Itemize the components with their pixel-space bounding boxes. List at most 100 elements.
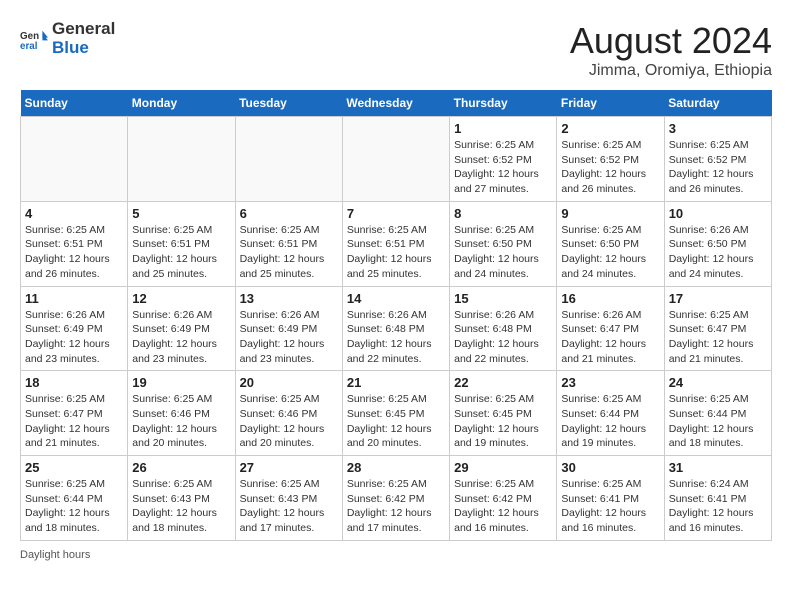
- calendar-cell: 16Sunrise: 6:26 AM Sunset: 6:47 PM Dayli…: [557, 286, 664, 371]
- day-info: Sunrise: 6:26 AM Sunset: 6:49 PM Dayligh…: [132, 308, 230, 367]
- calendar-cell: 19 Sunrise: 6:25 AM Sunset: 6:46 PM Dayli…: [128, 371, 235, 456]
- day-info: Sunrise: 6:25 AM Sunset: 6:52 PM Dayligh…: [454, 138, 552, 197]
- day-info: Sunrise: 6:25 AM Sunset: 6:47 PM Dayligh…: [25, 392, 123, 451]
- day-number: 21: [347, 375, 445, 390]
- day-info: Sunrise: 6:25 AM Sunset: 6:46 PM Dayligh…: [240, 392, 338, 451]
- day-number: 1: [454, 121, 552, 136]
- day-number: 10: [669, 206, 767, 221]
- day-info: Sunrise: 6:25 AM Sunset: 6:51 PM Dayligh…: [347, 223, 445, 282]
- day-header-thursday: Thursday: [450, 90, 557, 117]
- day-info: Sunrise: 6:25 AM Sunset: 6:41 PM Dayligh…: [561, 477, 659, 536]
- calendar-cell: 14 Sunrise: 6:26 AM Sunset: 6:48 PM Dayli…: [342, 286, 449, 371]
- calendar-cell: 20 Sunrise: 6:25 AM Sunset: 6:46 PM Dayli…: [235, 371, 342, 456]
- calendar-table: SundayMondayTuesdayWednesdayThursdayFrid…: [20, 90, 772, 541]
- calendar-cell: 18 Sunrise: 6:25 AM Sunset: 6:47 PM Dayli…: [21, 371, 128, 456]
- day-number: 9: [561, 206, 659, 221]
- calendar-cell: 8 Sunrise: 6:25 AM Sunset: 6:50 PM Daylig…: [450, 201, 557, 286]
- day-info: Sunrise: 6:25 AM Sunset: 6:50 PM Dayligh…: [454, 223, 552, 282]
- calendar-cell: 15 Sunrise: 6:26 AM Sunset: 6:48 PM Dayli…: [450, 286, 557, 371]
- days-header-row: SundayMondayTuesdayWednesdayThursdayFrid…: [21, 90, 772, 117]
- day-info: Sunrise: 6:25 AM Sunset: 6:51 PM Dayligh…: [132, 223, 230, 282]
- calendar-cell: 7 Sunrise: 6:25 AM Sunset: 6:51 PM Daylig…: [342, 201, 449, 286]
- calendar-cell: 30Sunrise: 6:25 AM Sunset: 6:41 PM Dayli…: [557, 456, 664, 541]
- day-info: Sunrise: 6:25 AM Sunset: 6:43 PM Dayligh…: [240, 477, 338, 536]
- day-number: 4: [25, 206, 123, 221]
- day-info: Sunrise: 6:25 AM Sunset: 6:42 PM Dayligh…: [454, 477, 552, 536]
- day-number: 12: [132, 291, 230, 306]
- day-number: 13: [240, 291, 338, 306]
- day-info: Sunrise: 6:25 AM Sunset: 6:47 PM Dayligh…: [669, 308, 767, 367]
- calendar-cell: 23 Sunrise: 6:25 AM Sunset: 6:44 PM Dayli…: [557, 371, 664, 456]
- day-info: Sunrise: 6:25 AM Sunset: 6:44 PM Dayligh…: [561, 392, 659, 451]
- day-number: 6: [240, 206, 338, 221]
- day-info: Sunrise: 6:25 AM Sunset: 6:50 PM Dayligh…: [561, 223, 659, 282]
- day-number: 28: [347, 460, 445, 475]
- day-number: 26: [132, 460, 230, 475]
- day-number: 7: [347, 206, 445, 221]
- day-info: Sunrise: 6:26 AM Sunset: 6:49 PM Dayligh…: [240, 308, 338, 367]
- week-row-2: 11 Sunrise: 6:26 AM Sunset: 6:49 PM Dayli…: [21, 286, 772, 371]
- calendar-cell: 9 Sunrise: 6:25 AM Sunset: 6:50 PM Daylig…: [557, 201, 664, 286]
- day-number: 24: [669, 375, 767, 390]
- day-header-monday: Monday: [128, 90, 235, 117]
- calendar-cell: [21, 117, 128, 202]
- day-header-saturday: Saturday: [664, 90, 771, 117]
- day-number: 31: [669, 460, 767, 475]
- day-info: Sunrise: 6:25 AM Sunset: 6:52 PM Dayligh…: [669, 138, 767, 197]
- day-number: 25: [25, 460, 123, 475]
- day-info: Sunrise: 6:25 AM Sunset: 6:51 PM Dayligh…: [240, 223, 338, 282]
- logo-text: General Blue: [52, 20, 115, 57]
- day-info: Sunrise: 6:26 AM Sunset: 6:47 PM Dayligh…: [561, 308, 659, 367]
- calendar-cell: 26 Sunrise: 6:25 AM Sunset: 6:43 PM Dayli…: [128, 456, 235, 541]
- calendar-cell: 5Sunrise: 6:25 AM Sunset: 6:51 PM Daylig…: [128, 201, 235, 286]
- day-number: 14: [347, 291, 445, 306]
- title-area: August 2024 Jimma, Oromiya, Ethiopia: [570, 20, 772, 80]
- day-number: 22: [454, 375, 552, 390]
- week-row-4: 25 Sunrise: 6:25 AM Sunset: 6:44 PM Dayli…: [21, 456, 772, 541]
- calendar-cell: 13 Sunrise: 6:26 AM Sunset: 6:49 PM Dayli…: [235, 286, 342, 371]
- day-info: Sunrise: 6:26 AM Sunset: 6:48 PM Dayligh…: [454, 308, 552, 367]
- day-header-sunday: Sunday: [21, 90, 128, 117]
- day-info: Sunrise: 6:25 AM Sunset: 6:46 PM Dayligh…: [132, 392, 230, 451]
- day-number: 3: [669, 121, 767, 136]
- day-info: Sunrise: 6:25 AM Sunset: 6:44 PM Dayligh…: [25, 477, 123, 536]
- calendar-cell: 2Sunrise: 6:25 AM Sunset: 6:52 PM Daylig…: [557, 117, 664, 202]
- day-number: 8: [454, 206, 552, 221]
- calendar-cell: 4Sunrise: 6:25 AM Sunset: 6:51 PM Daylig…: [21, 201, 128, 286]
- calendar-cell: 25 Sunrise: 6:25 AM Sunset: 6:44 PM Dayli…: [21, 456, 128, 541]
- day-number: 11: [25, 291, 123, 306]
- day-header-friday: Friday: [557, 90, 664, 117]
- day-number: 15: [454, 291, 552, 306]
- day-number: 20: [240, 375, 338, 390]
- calendar-cell: 27Sunrise: 6:25 AM Sunset: 6:43 PM Dayli…: [235, 456, 342, 541]
- logo-icon: Gen eral: [20, 25, 48, 53]
- calendar-cell: 10Sunrise: 6:26 AM Sunset: 6:50 PM Dayli…: [664, 201, 771, 286]
- day-header-wednesday: Wednesday: [342, 90, 449, 117]
- calendar-cell: 1 Sunrise: 6:25 AM Sunset: 6:52 PM Daylig…: [450, 117, 557, 202]
- day-number: 17: [669, 291, 767, 306]
- calendar-cell: 28 Sunrise: 6:25 AM Sunset: 6:42 PM Dayli…: [342, 456, 449, 541]
- day-info: Sunrise: 6:25 AM Sunset: 6:43 PM Dayligh…: [132, 477, 230, 536]
- calendar-cell: [235, 117, 342, 202]
- day-info: Sunrise: 6:25 AM Sunset: 6:45 PM Dayligh…: [454, 392, 552, 451]
- day-info: Sunrise: 6:26 AM Sunset: 6:48 PM Dayligh…: [347, 308, 445, 367]
- calendar-cell: 17 Sunrise: 6:25 AM Sunset: 6:47 PM Dayli…: [664, 286, 771, 371]
- week-row-3: 18 Sunrise: 6:25 AM Sunset: 6:47 PM Dayli…: [21, 371, 772, 456]
- week-row-1: 4 Sunrise: 6:25 AM Sunset: 6:51 PM Daylig…: [21, 201, 772, 286]
- header: Gen eral General Blue August 2024 Jimma,…: [20, 20, 772, 80]
- day-info: Sunrise: 6:24 AM Sunset: 6:41 PM Dayligh…: [669, 477, 767, 536]
- day-number: 19: [132, 375, 230, 390]
- calendar-cell: 3 Sunrise: 6:25 AM Sunset: 6:52 PM Daylig…: [664, 117, 771, 202]
- day-info: Sunrise: 6:25 AM Sunset: 6:45 PM Dayligh…: [347, 392, 445, 451]
- day-number: 18: [25, 375, 123, 390]
- calendar-cell: 29 Sunrise: 6:25 AM Sunset: 6:42 PM Dayli…: [450, 456, 557, 541]
- calendar-cell: 22 Sunrise: 6:25 AM Sunset: 6:45 PM Dayli…: [450, 371, 557, 456]
- calendar-cell: [128, 117, 235, 202]
- day-header-tuesday: Tuesday: [235, 90, 342, 117]
- day-number: 29: [454, 460, 552, 475]
- day-number: 23: [561, 375, 659, 390]
- calendar-title: August 2024: [570, 20, 772, 62]
- calendar-cell: 12 Sunrise: 6:26 AM Sunset: 6:49 PM Dayli…: [128, 286, 235, 371]
- svg-text:eral: eral: [20, 40, 38, 51]
- day-info: Sunrise: 6:25 AM Sunset: 6:42 PM Dayligh…: [347, 477, 445, 536]
